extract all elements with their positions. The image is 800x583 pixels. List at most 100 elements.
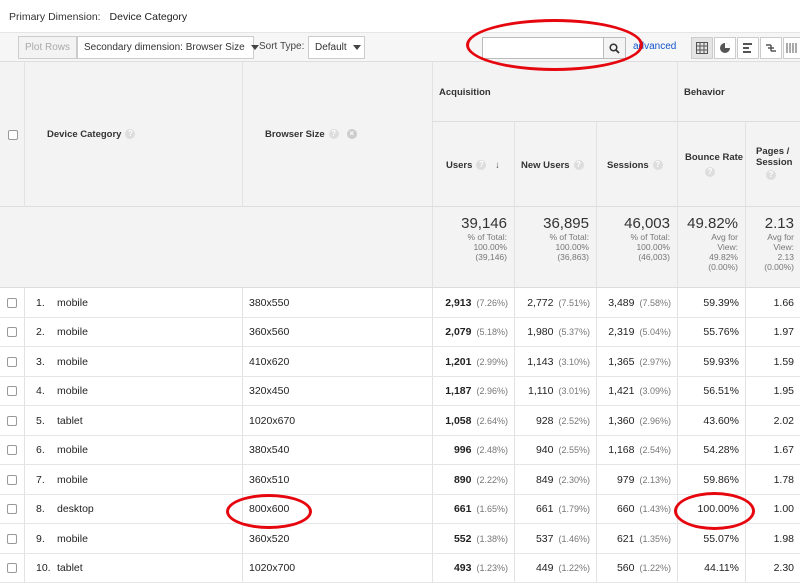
- advanced-link[interactable]: advanced: [633, 41, 676, 52]
- total-pages-caption: Avg for: [767, 232, 794, 242]
- device-category-cell: 3. mobile: [25, 347, 243, 376]
- bounce-rate-value: 55.76%: [703, 326, 739, 338]
- comparison-view-button[interactable]: [760, 37, 782, 59]
- browser-size-value[interactable]: 380x540: [249, 444, 289, 456]
- users-value: 2,079: [445, 326, 472, 338]
- row-index: 10.: [36, 562, 51, 574]
- device-category-cell: 2. mobile: [25, 317, 243, 347]
- pivot-view-button[interactable]: [783, 37, 800, 59]
- total-users-caption: % of Total:: [467, 232, 507, 242]
- browser-size-value[interactable]: 360x510: [249, 474, 289, 486]
- browser-size-cell: 380x550: [243, 288, 433, 317]
- row-checkbox[interactable]: [7, 445, 17, 455]
- browser-size-value[interactable]: 1020x700: [249, 562, 295, 574]
- browser-size-value[interactable]: 360x520: [249, 533, 289, 545]
- bounce-rate-cell: 44.11%: [678, 553, 746, 583]
- select-all-checkbox[interactable]: [8, 130, 18, 140]
- header-browser-size[interactable]: Browser Size? ×: [243, 62, 433, 207]
- row-checkbox-cell: [0, 524, 25, 553]
- bounce-rate-cell: 54.28%: [678, 435, 746, 465]
- browser-size-value[interactable]: 380x550: [249, 297, 289, 309]
- sessions-percent: (3.09%): [639, 386, 671, 396]
- help-icon[interactable]: ?: [705, 167, 715, 178]
- total-new-users-absolute: (36,863): [557, 252, 589, 262]
- sort-descending-icon[interactable]: ↓: [495, 160, 500, 171]
- row-checkbox[interactable]: [7, 297, 17, 308]
- device-category-link[interactable]: mobile: [57, 444, 88, 456]
- help-icon[interactable]: ?: [328, 129, 339, 140]
- device-category-link[interactable]: mobile: [57, 474, 88, 486]
- browser-size-value[interactable]: 410x620: [249, 356, 289, 368]
- device-category-link[interactable]: tablet: [57, 562, 83, 574]
- sessions-percent: (1.35%): [639, 533, 671, 544]
- browser-size-value[interactable]: 360x560: [249, 326, 289, 338]
- total-new-users-percent: 100.00%: [555, 242, 589, 252]
- device-category-link[interactable]: tablet: [57, 415, 83, 427]
- sessions-percent: (1.22%): [639, 563, 671, 573]
- total-bounce-view-value: 49.82%: [709, 252, 738, 262]
- users-label: Users: [446, 160, 473, 171]
- device-category-link[interactable]: mobile: [57, 326, 88, 338]
- row-checkbox[interactable]: [7, 504, 17, 514]
- browser-size-cell: 1020x670: [243, 406, 433, 435]
- row-checkbox[interactable]: [7, 474, 17, 485]
- header-device-category[interactable]: Device Category?: [25, 62, 243, 207]
- row-checkbox-cell: [0, 494, 25, 524]
- row-checkbox-cell: [0, 553, 25, 583]
- header-behavior-group: Behavior: [678, 62, 800, 122]
- search-box: [482, 37, 626, 59]
- help-icon[interactable]: ?: [766, 170, 776, 181]
- table-row: 5. tablet 1020x670 1,058 (2.64%) 928 (2.52%) 1,…: [0, 406, 800, 436]
- secondary-dimension-dropdown[interactable]: Secondary dimension: Browser Size: [77, 36, 259, 59]
- bounce-rate-cell: 55.07%: [678, 524, 746, 553]
- bounce-rate-cell: 43.60%: [678, 406, 746, 435]
- pie-view-button[interactable]: [714, 37, 736, 59]
- browser-size-value[interactable]: 1020x670: [249, 415, 295, 427]
- device-category-link[interactable]: mobile: [57, 385, 88, 397]
- pages-session-value: 1.97: [773, 326, 794, 338]
- search-input[interactable]: [483, 38, 603, 58]
- help-icon[interactable]: ?: [573, 160, 584, 171]
- new-users-percent: (7.51%): [558, 297, 590, 308]
- header-users[interactable]: Users? ↓: [433, 122, 515, 207]
- users-percent: (1.23%): [476, 563, 508, 573]
- row-checkbox[interactable]: [7, 356, 17, 367]
- header-sessions[interactable]: Sessions?: [597, 122, 678, 207]
- sort-type-dropdown[interactable]: Default: [308, 36, 365, 59]
- primary-dimension-label: Primary Dimension:: [9, 11, 101, 23]
- device-category-cell: 6. mobile: [25, 435, 243, 465]
- header-bounce-rate[interactable]: Bounce Rate ?: [678, 122, 746, 207]
- sessions-percent: (1.43%): [639, 504, 671, 514]
- remove-dimension-icon[interactable]: ×: [346, 129, 357, 140]
- browser-size-value[interactable]: 800x600: [249, 503, 289, 515]
- help-icon[interactable]: ?: [652, 160, 663, 171]
- bounce-rate-value: 54.28%: [703, 444, 739, 456]
- table-row: 6. mobile 380x540 996 (2.48%) 940 (2.55%) 1,168…: [0, 435, 800, 465]
- row-checkbox[interactable]: [7, 386, 17, 396]
- pages-session-cell: 1.67: [746, 436, 800, 465]
- device-category-link[interactable]: mobile: [57, 533, 88, 545]
- device-category-link[interactable]: mobile: [57, 356, 88, 368]
- device-category-link[interactable]: mobile: [57, 297, 88, 309]
- row-checkbox[interactable]: [7, 563, 17, 573]
- sessions-percent: (2.54%): [639, 445, 671, 455]
- performance-view-button[interactable]: [737, 37, 759, 59]
- pages-session-value: 2.02: [773, 414, 794, 427]
- header-pages-session[interactable]: Pages / Session ?: [746, 122, 800, 207]
- plot-rows-button[interactable]: Plot Rows: [18, 36, 78, 59]
- row-checkbox[interactable]: [7, 327, 17, 337]
- sessions-value: 1,421: [608, 385, 635, 397]
- search-button[interactable]: [603, 38, 625, 58]
- browser-size-value[interactable]: 320x450: [249, 385, 289, 397]
- header-new-users[interactable]: New Users?: [515, 122, 597, 207]
- help-icon[interactable]: ?: [125, 129, 136, 140]
- primary-dimension-value[interactable]: Device Category: [110, 11, 188, 23]
- bounce-rate-cell: 100.00%: [678, 494, 746, 524]
- table-view-button[interactable]: [691, 37, 713, 59]
- new-users-value: 1,980: [527, 326, 554, 338]
- device-category-link[interactable]: desktop: [57, 503, 94, 515]
- row-checkbox[interactable]: [7, 533, 17, 544]
- row-checkbox[interactable]: [7, 415, 17, 426]
- help-icon[interactable]: ?: [476, 160, 487, 171]
- pages-session-value: 1.00: [773, 503, 794, 515]
